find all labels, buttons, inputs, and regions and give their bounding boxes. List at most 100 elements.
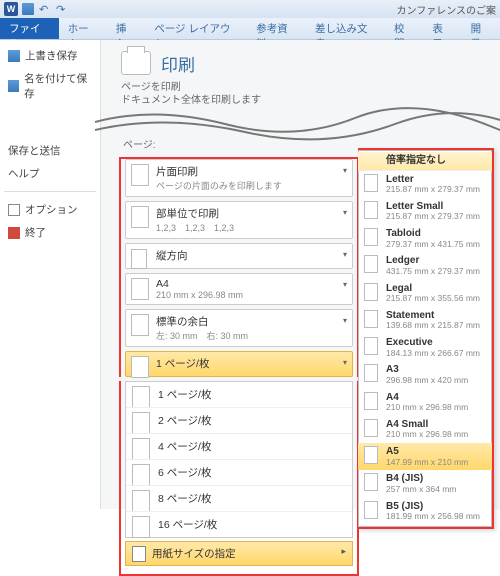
flyout-item-paper-size[interactable]: A4 Small210 mm x 296.98 mm: [358, 416, 492, 443]
saveas-icon: [8, 80, 19, 92]
sidebar-item-exit[interactable]: 終了: [0, 221, 100, 244]
label: 用紙サイズの指定: [152, 548, 236, 560]
setting-sub: 左: 30 mm 右: 30 mm: [156, 329, 334, 342]
sidebar-item-options[interactable]: オプション: [0, 198, 100, 221]
pages-per-sheet-option[interactable]: 8 ページ/枚: [126, 485, 352, 511]
setting-margins[interactable]: 標準の余白左: 30 mm 右: 30 mm: [125, 309, 353, 347]
flyout-item-paper-size[interactable]: A3296.98 mm x 420 mm: [358, 361, 492, 388]
flyout-item-paper-size[interactable]: A4210 mm x 296.98 mm: [358, 389, 492, 416]
setting-collate[interactable]: 部単位で印刷1,2,3 1,2,3 1,2,3: [125, 201, 353, 239]
qat-undo-icon[interactable]: [39, 3, 51, 15]
torn-edge-graphic: [101, 104, 500, 134]
flyout-item-no-scaling[interactable]: 倍率指定なし: [358, 152, 492, 171]
setting-pages-per-sheet[interactable]: 1 ページ/枚: [125, 351, 353, 377]
sidebar-label: 上書き保存: [25, 48, 78, 63]
flyout-item-paper-size[interactable]: Legal215.87 mm x 355.56 mm: [358, 280, 492, 307]
page-icon: [364, 364, 378, 382]
page-icon: [364, 310, 378, 328]
flyout-item-paper-size[interactable]: Letter215.87 mm x 279.37 mm: [358, 171, 492, 198]
page-icon: [131, 278, 149, 300]
paper-size-flyout: 倍率指定なし Letter215.87 mm x 279.37 mmLetter…: [358, 148, 494, 529]
tab-mailings[interactable]: 差し込み文書: [306, 18, 385, 39]
page-icon: [364, 337, 378, 355]
sidebar-item-help[interactable]: ヘルプ: [0, 162, 100, 185]
word-icon: W: [4, 2, 18, 16]
tab-view[interactable]: 表示: [423, 18, 461, 39]
qat-redo-icon[interactable]: [56, 3, 68, 15]
tab-review[interactable]: 校閲: [385, 18, 423, 39]
sheet-icon: [132, 464, 150, 486]
tab-layout[interactable]: ページ レイアウト: [145, 18, 247, 39]
ribbon-tabs: ファイル ホーム 挿入 ページ レイアウト 参考資料 差し込み文書 校閲 表示 …: [0, 18, 500, 40]
flyout-item-paper-size[interactable]: B5 (JIS)181.99 mm x 256.98 mm: [358, 498, 492, 525]
page-icon: [131, 164, 149, 186]
tab-references[interactable]: 参考資料: [247, 18, 306, 39]
flyout-item-paper-size[interactable]: B4 (JIS)257 mm x 364 mm: [358, 470, 492, 497]
setting-print-side[interactable]: 片面印刷ページの片面のみを印刷します: [125, 159, 353, 197]
tab-insert[interactable]: 挿入: [107, 18, 145, 39]
sheet-icon: [132, 412, 150, 434]
title-bar: W カンファレンスのご案: [0, 0, 500, 18]
tab-file[interactable]: ファイル: [0, 18, 59, 39]
setting-title: 1 ページ/枚: [156, 356, 334, 371]
flyout-item-paper-size[interactable]: Ledger431.75 mm x 279.37 mm: [358, 252, 492, 279]
page-icon: [364, 473, 378, 491]
pages-per-sheet-option[interactable]: 4 ページ/枚: [126, 433, 352, 459]
page-icon: [364, 501, 378, 519]
pages-per-sheet-option[interactable]: 2 ページ/枚: [126, 407, 352, 433]
flyout-item-paper-size[interactable]: Executive184.13 mm x 266.67 mm: [358, 334, 492, 361]
sidebar-item-saveas[interactable]: 名を付けて保存: [0, 67, 100, 105]
setting-title: 標準の余白: [156, 314, 334, 329]
portrait-icon: [131, 249, 147, 269]
print-settings-highlighted: 片面印刷ページの片面のみを印刷します 部単位で印刷1,2,3 1,2,3 1,2…: [119, 157, 359, 377]
sheet-icon: [132, 516, 150, 538]
flyout-item-paper-size[interactable]: Tabloid279.37 mm x 431.75 mm: [358, 225, 492, 252]
sidebar-label: 終了: [25, 225, 46, 240]
setting-orientation[interactable]: 縦方向: [125, 243, 353, 269]
setting-sub: 210 mm x 296.98 mm: [156, 290, 334, 300]
page-icon: [364, 201, 378, 219]
sheet-icon: [132, 438, 150, 460]
pages-per-sheet-option[interactable]: 6 ページ/枚: [126, 459, 352, 485]
pages-per-sheet-option[interactable]: 1 ページ/枚: [126, 382, 352, 407]
pages-per-sheet-dropdown: 1 ページ/枚2 ページ/枚4 ページ/枚6 ページ/枚8 ページ/枚16 ペー…: [119, 381, 359, 576]
setting-sub: ページの片面のみを印刷します: [156, 179, 334, 192]
print-title: 印刷: [161, 51, 195, 76]
setting-title: 縦方向: [156, 248, 334, 263]
setting-title: 片面印刷: [156, 164, 334, 179]
setting-paper-size[interactable]: A4210 mm x 296.98 mm: [125, 273, 353, 305]
label: 倍率指定なし: [386, 155, 446, 166]
options-icon: [8, 204, 20, 216]
setting-title: 部単位で印刷: [156, 206, 334, 221]
flyout-item-paper-size[interactable]: Statement139.68 mm x 215.87 mm: [358, 307, 492, 334]
page-icon: [364, 419, 378, 437]
specify-paper-size[interactable]: 用紙サイズの指定: [125, 541, 353, 566]
page-icon: [364, 174, 378, 192]
page-icon: [364, 392, 378, 410]
collate-icon: [131, 206, 149, 228]
tab-developer[interactable]: 開発: [462, 18, 500, 39]
page-icon: [364, 283, 378, 301]
tab-home[interactable]: ホーム: [59, 18, 107, 39]
page-icon: [364, 446, 378, 464]
sidebar-label: 名を付けて保存: [24, 71, 92, 101]
flyout-item-paper-size[interactable]: A5147.99 mm x 210 mm: [358, 443, 492, 470]
printer-icon: [121, 51, 151, 75]
setting-sub: 1,2,3 1,2,3 1,2,3: [156, 221, 334, 234]
sheet-icon: [132, 386, 150, 408]
setting-title: A4: [156, 278, 334, 290]
page-icon: [364, 228, 378, 246]
quick-access-toolbar: [22, 3, 68, 15]
sidebar-label: 保存と送信: [8, 143, 61, 158]
page-icon: [364, 255, 378, 273]
save-icon: [8, 50, 20, 62]
flyout-item-paper-size[interactable]: Letter Small215.87 mm x 279.37 mm: [358, 198, 492, 225]
margin-icon: [131, 314, 149, 336]
pages-per-sheet-option[interactable]: 16 ページ/枚: [126, 511, 352, 537]
sidebar-item-saveandsend[interactable]: 保存と送信: [0, 139, 100, 162]
qat-save-icon[interactable]: [22, 3, 34, 15]
sidebar-label: ヘルプ: [8, 166, 40, 181]
sidebar-item-save[interactable]: 上書き保存: [0, 44, 100, 67]
print-panel: 印刷 ページを印刷 ドキュメント全体を印刷します ページ: 片面印刷ページの片面…: [100, 40, 500, 509]
exit-icon: [8, 227, 20, 239]
